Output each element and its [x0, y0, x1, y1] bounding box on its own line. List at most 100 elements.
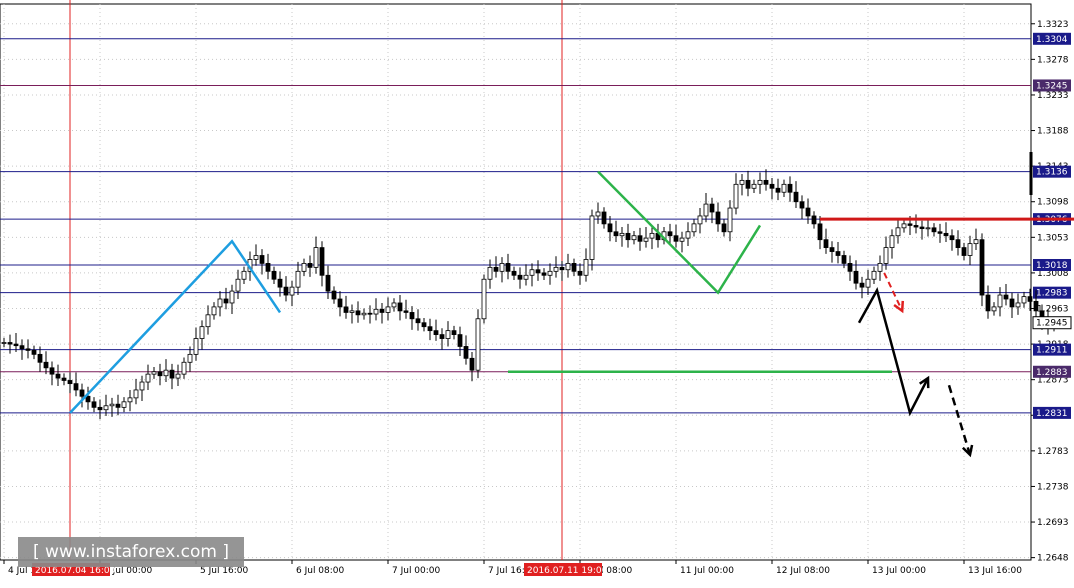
y-tick-label: 1.3053: [1037, 233, 1069, 243]
candle-body: [223, 298, 229, 304]
candle-body: [841, 255, 847, 264]
candle-body: [217, 298, 223, 308]
candle-body: [679, 237, 685, 242]
candle-body: [649, 232, 655, 239]
candle-body: [1021, 296, 1027, 304]
candle-body: [805, 207, 811, 217]
candle-body: [829, 247, 835, 252]
candle-body: [235, 278, 241, 292]
candle-body: [787, 183, 793, 193]
candle-body: [79, 389, 85, 397]
candle-body: [799, 201, 805, 209]
candle-body: [937, 231, 943, 234]
candle-body: [109, 403, 115, 407]
candle-body: [697, 215, 703, 225]
candle-body: [499, 263, 505, 272]
y-tick-label: 1.2738: [1037, 482, 1069, 492]
candle-body: [295, 270, 301, 288]
candle-body: [925, 227, 931, 230]
candle-body: [895, 227, 901, 237]
candle-body: [985, 294, 991, 312]
candle-body: [847, 263, 853, 272]
candle-body: [949, 235, 955, 241]
candle-body: [343, 306, 349, 313]
candle-body: [61, 377, 67, 381]
candle-body: [73, 383, 79, 391]
x-tick-label: 11 Jul 00:00: [680, 566, 734, 576]
candle-body: [1009, 298, 1015, 308]
candle-body: [271, 270, 277, 280]
candle-body: [451, 330, 457, 335]
candle-body: [403, 310, 409, 313]
candle-body: [7, 342, 13, 345]
candle-body: [589, 215, 595, 260]
y-tick-label: 1.3278: [1037, 55, 1069, 65]
candle-body: [997, 294, 1003, 308]
candle-body: [157, 371, 163, 377]
candle-body: [427, 326, 433, 332]
candle-body: [493, 266, 499, 272]
candle-body: [883, 247, 889, 264]
candle-body: [211, 306, 217, 316]
candle-body: [439, 334, 445, 339]
candle-body: [745, 179, 751, 189]
candle-body: [823, 239, 829, 248]
candle-body: [577, 270, 583, 276]
highlight-time-label: 2016.07.04 16:00: [35, 566, 116, 576]
candle-body: [421, 322, 427, 328]
level-price-label: 1.3304: [1036, 35, 1068, 45]
forex-chart: 1.33231.32781.32331.31881.31431.30981.30…: [0, 0, 1074, 584]
candle-body: [349, 310, 355, 313]
x-tick-label: 12 Jul 08:00: [776, 566, 830, 576]
candle-body: [115, 403, 121, 408]
y-tick-label: 1.3233: [1037, 91, 1069, 101]
candle-body: [991, 306, 997, 312]
candle-body: [691, 223, 697, 233]
candle-body: [721, 223, 727, 233]
candle-body: [283, 286, 289, 296]
candle-body: [961, 247, 967, 256]
candle-body: [301, 263, 307, 272]
candle-body: [367, 312, 373, 315]
candle-body: [19, 345, 25, 350]
candle-body: [601, 211, 607, 225]
candle-body: [583, 259, 589, 276]
candle-body: [331, 290, 337, 300]
candle-body: [889, 235, 895, 248]
candle-body: [853, 270, 859, 284]
candle-body: [859, 282, 865, 288]
candle-body: [595, 211, 601, 217]
candle-body: [385, 306, 391, 313]
plot-area: [0, 3, 1032, 561]
candle-body: [289, 286, 295, 296]
highlight-time-label: 2016.07.11 19:00: [527, 566, 608, 576]
candle-body: [169, 369, 175, 379]
candle-body: [445, 330, 451, 339]
candle-body: [901, 223, 907, 229]
candle-body: [139, 381, 145, 391]
candle-body: [361, 312, 367, 316]
candle-body: [625, 232, 631, 241]
candle-body: [43, 361, 49, 369]
candle-body: [811, 215, 817, 225]
candle-body: [955, 239, 961, 248]
candle-body: [907, 223, 913, 226]
candle-body: [391, 302, 397, 308]
candle-body: [277, 278, 283, 288]
candle-body: [535, 269, 541, 274]
candle-body: [781, 183, 787, 193]
candle-body: [637, 235, 643, 242]
x-tick-label: 7 Jul 00:00: [392, 566, 441, 576]
candle-body: [733, 183, 739, 209]
price-chart-svg: 1.33231.32781.32331.31881.31431.30981.30…: [0, 0, 1074, 576]
level-price-label: 1.2883: [1036, 368, 1068, 378]
candle-body: [133, 389, 139, 399]
candle-body: [793, 191, 799, 203]
candle-body: [871, 270, 877, 280]
candle-body: [1003, 294, 1009, 300]
candle-body: [775, 187, 781, 193]
candle-body: [751, 183, 757, 189]
candle-body: [199, 326, 205, 339]
candle-body: [55, 373, 61, 379]
candle-body: [667, 231, 673, 237]
